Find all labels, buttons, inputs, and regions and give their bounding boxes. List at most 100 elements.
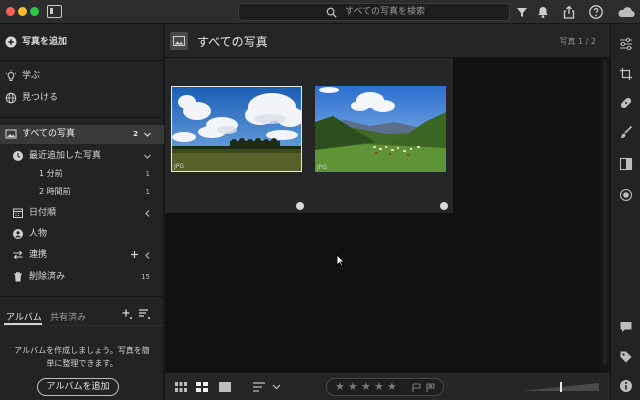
star-icon[interactable]: ★ bbox=[348, 381, 358, 393]
sort-list-icon[interactable] bbox=[138, 308, 151, 320]
person-icon bbox=[13, 229, 23, 239]
tab-shared[interactable]: 共有済み bbox=[50, 310, 86, 323]
divider bbox=[0, 296, 164, 297]
close-window-button[interactable] bbox=[6, 7, 15, 16]
calendar-icon bbox=[13, 208, 23, 218]
check-icon bbox=[440, 202, 448, 210]
share-icon[interactable] bbox=[561, 4, 577, 20]
divider bbox=[0, 117, 164, 118]
photo-cell[interactable]: JPG bbox=[309, 58, 453, 213]
format-badge: JPG bbox=[174, 163, 185, 170]
notification-bell-icon[interactable] bbox=[535, 4, 551, 20]
sidebar-item-people[interactable]: 人物 bbox=[0, 225, 164, 243]
photo-grid: JPG JPG bbox=[165, 58, 610, 372]
bottom-toolbar: ★ ★ ★ ★ ★ bbox=[165, 372, 610, 400]
crop-icon[interactable] bbox=[619, 67, 633, 81]
tag-icon[interactable] bbox=[619, 350, 633, 364]
chevron-down-icon[interactable] bbox=[143, 130, 152, 139]
small-grid-icon[interactable] bbox=[175, 382, 187, 392]
brush-icon[interactable] bbox=[619, 125, 633, 139]
photos-icon bbox=[5, 129, 17, 139]
tab-albums[interactable]: アルバム bbox=[6, 310, 42, 323]
title-bar: すべての写真を検索 bbox=[0, 0, 640, 24]
search-bar[interactable]: すべての写真を検索 bbox=[238, 3, 510, 21]
rating-filter[interactable]: ★ ★ ★ ★ ★ bbox=[326, 378, 444, 396]
filter-icon[interactable] bbox=[514, 4, 530, 20]
discover-item[interactable]: 見つける bbox=[0, 89, 164, 107]
reject-flag-icon[interactable] bbox=[426, 383, 435, 393]
sort-icon[interactable] bbox=[253, 382, 265, 392]
scrollbar[interactable] bbox=[600, 58, 610, 372]
sidebar-item-deleted[interactable]: 削除済み 15 bbox=[0, 268, 164, 286]
learn-item[interactable]: 学ぶ bbox=[0, 67, 164, 85]
deleted-count: 15 bbox=[141, 273, 150, 281]
search-placeholder: すべての写真を検索 bbox=[345, 7, 426, 17]
album-empty-message: アルバムを作成しましょう。写真を簡単に整理できます。 bbox=[14, 346, 150, 368]
radial-filter-icon[interactable] bbox=[619, 188, 633, 202]
healing-bandage-icon[interactable] bbox=[619, 96, 633, 110]
lightbulb-icon bbox=[5, 70, 17, 81]
mouse-cursor-icon bbox=[336, 254, 345, 267]
photo-count: 写真 1 / 2 bbox=[559, 37, 596, 46]
photo-glyph-icon bbox=[173, 36, 185, 46]
add-photos-label: 写真を追加 bbox=[22, 37, 68, 47]
medium-grid-icon[interactable] bbox=[196, 382, 208, 392]
list-item[interactable]: 1 分前 1 bbox=[0, 166, 164, 182]
sidebar-item-by-date[interactable]: 日付順 bbox=[0, 204, 164, 222]
cloud-icon[interactable] bbox=[616, 4, 636, 20]
star-icon[interactable]: ★ bbox=[374, 381, 384, 393]
learn-label: 学ぶ bbox=[22, 71, 41, 81]
thumbnail-size-slider[interactable] bbox=[523, 382, 599, 392]
info-icon[interactable] bbox=[619, 379, 633, 393]
right-rail bbox=[610, 24, 640, 400]
chevron-left-icon[interactable] bbox=[143, 251, 152, 260]
list-item[interactable]: 2 時間前 1 bbox=[0, 184, 164, 200]
chevron-left-icon[interactable] bbox=[143, 209, 152, 218]
star-icon[interactable]: ★ bbox=[361, 381, 371, 393]
mountain-valley-photo bbox=[315, 86, 446, 172]
by-date-label: 日付順 bbox=[29, 208, 57, 218]
minimize-window-button[interactable] bbox=[18, 7, 27, 16]
sidebar-item-recently-added[interactable]: 最近追加した写真 bbox=[0, 147, 164, 165]
photo-thumbnail[interactable]: JPG bbox=[315, 86, 446, 172]
add-icon[interactable] bbox=[130, 250, 139, 259]
recent-item-count: 1 bbox=[145, 170, 150, 178]
format-badge: JPG bbox=[317, 164, 328, 171]
all-photos-label: すべての写真 bbox=[22, 129, 76, 139]
connections-label: 連携 bbox=[29, 250, 48, 260]
panel-toggle-icon[interactable] bbox=[47, 5, 62, 18]
comment-icon[interactable] bbox=[619, 320, 633, 334]
trash-icon bbox=[14, 272, 22, 282]
search-icon bbox=[326, 7, 337, 18]
chevron-down-icon[interactable] bbox=[143, 152, 152, 161]
main-content: すべての写真 写真 1 / 2 JPG JPG ★ ★ ★ ★ ★ bbox=[165, 24, 610, 400]
add-circle-icon bbox=[5, 36, 17, 48]
photo-cell[interactable]: JPG bbox=[165, 58, 309, 213]
add-photos-button[interactable]: 写真を追加 bbox=[0, 33, 164, 51]
flag-icon[interactable] bbox=[412, 383, 421, 393]
star-icon[interactable]: ★ bbox=[387, 381, 397, 393]
chevron-down-icon[interactable] bbox=[272, 382, 281, 392]
check-icon bbox=[296, 202, 304, 210]
scroll-thumb[interactable] bbox=[603, 60, 607, 365]
add-album-button[interactable]: アルバムを追加 bbox=[37, 378, 119, 396]
main-header: すべての写真 写真 1 / 2 bbox=[165, 24, 610, 58]
gradient-filter-icon[interactable] bbox=[619, 157, 633, 171]
sky-field-photo bbox=[172, 87, 301, 171]
clock-icon bbox=[13, 151, 23, 161]
globe-icon bbox=[5, 92, 17, 104]
zoom-window-button[interactable] bbox=[30, 7, 39, 16]
recently-added-label: 最近追加した写真 bbox=[29, 151, 102, 161]
single-view-icon[interactable] bbox=[219, 382, 231, 392]
discover-label: 見つける bbox=[22, 93, 59, 103]
photo-thumbnail[interactable]: JPG bbox=[171, 86, 302, 172]
help-icon[interactable] bbox=[588, 4, 604, 20]
star-icon[interactable]: ★ bbox=[335, 381, 345, 393]
page-title: すべての写真 bbox=[197, 35, 268, 49]
add-album-icon[interactable] bbox=[121, 308, 133, 320]
sidebar-item-connections[interactable]: 連携 bbox=[0, 246, 164, 264]
adjust-sliders-icon[interactable] bbox=[619, 37, 633, 51]
sidebar-item-all-photos[interactable]: すべての写真 2 bbox=[0, 125, 164, 144]
recent-item-label: 2 時間前 bbox=[39, 187, 71, 196]
photos-icon bbox=[170, 32, 188, 50]
